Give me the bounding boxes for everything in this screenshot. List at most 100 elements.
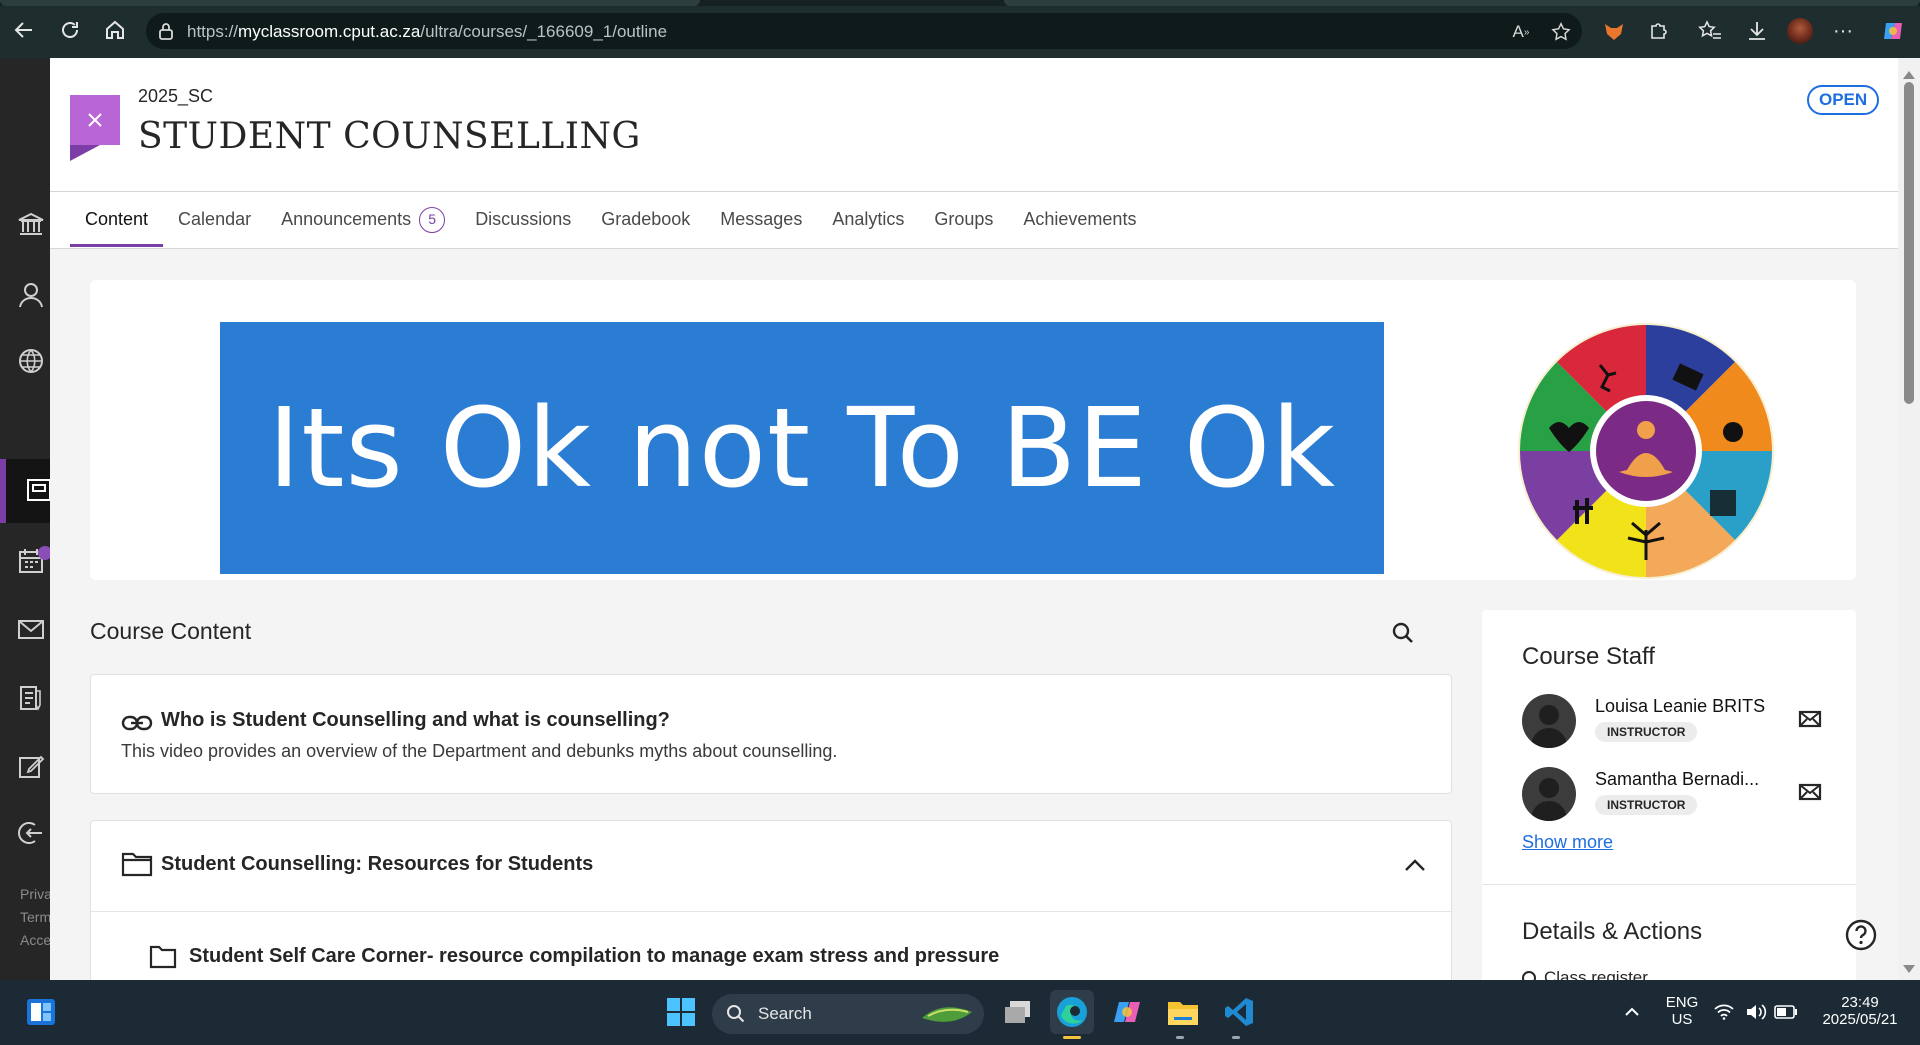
vscode-icon[interactable] <box>1217 990 1261 1034</box>
content-item-title[interactable]: Who is Student Counselling and what is c… <box>161 709 670 732</box>
language-indicator[interactable]: ENG US <box>1662 994 1702 1028</box>
downloads-icon[interactable] <box>1744 18 1770 44</box>
address-bar[interactable]: https://myclassroom.cput.ac.za/ultra/cou… <box>146 13 1582 49</box>
date-label: 2025/05/21 <box>1822 1011 1898 1028</box>
lock-icon[interactable] <box>156 21 176 41</box>
content-folder: Student Counselling: Resources for Stude… <box>90 820 1452 980</box>
privacy-link[interactable]: Priva <box>20 886 52 902</box>
scroll-up-arrow-icon[interactable] <box>1903 66 1915 79</box>
details-actions-heading: Details & Actions <box>1522 918 1703 945</box>
announcements-count-badge: 5 <box>419 206 446 233</box>
start-windows-icon[interactable] <box>659 990 703 1034</box>
tab-calendar[interactable]: Calendar <box>163 192 266 247</box>
class-register-link[interactable]: Class register <box>1522 968 1648 980</box>
class-register-icon <box>1522 971 1536 980</box>
course-content-heading: Course Content <box>90 618 252 644</box>
staff-member: Samantha Bernadi... INSTRUCTOR <box>1522 767 1842 823</box>
tab-gradebook[interactable]: Gradebook <box>586 192 705 247</box>
browser-tab[interactable] <box>1004 0 1920 6</box>
staff-name[interactable]: Louisa Leanie BRITS <box>1595 696 1765 717</box>
browser-toolbar: https://myclassroom.cput.ac.za/ultra/cou… <box>0 0 1920 58</box>
tab-announcements[interactable]: Announcements 5 <box>266 192 460 247</box>
copilot-icon[interactable] <box>1880 18 1906 44</box>
edge-taskbar-icon[interactable] <box>1050 990 1094 1034</box>
profile-icon[interactable] <box>16 280 46 310</box>
close-icon <box>88 113 102 127</box>
taskbar: Search ENG US 23:49 2025/05/21 <box>0 980 1920 1045</box>
profile-avatar[interactable] <box>1787 18 1813 44</box>
show-more-link[interactable]: Show more <box>1522 832 1613 853</box>
extensions-puzzle-icon[interactable] <box>1646 18 1672 44</box>
content-item[interactable]: Who is Student Counselling and what is c… <box>90 674 1452 794</box>
back-icon[interactable] <box>10 16 38 44</box>
course-tabs: Content Calendar Announcements 5 Discussi… <box>70 192 1151 247</box>
course-banner: Its Ok not To BE Ok <box>90 280 1856 580</box>
banner-image: Its Ok not To BE Ok <box>220 322 1384 574</box>
course-staff-heading: Course Staff <box>1522 643 1655 670</box>
region-label: US <box>1671 1011 1693 1028</box>
chevron-up-icon[interactable] <box>1610 990 1654 1034</box>
send-message-icon[interactable] <box>1798 781 1822 803</box>
tab-discussions[interactable]: Discussions <box>460 192 586 247</box>
tab-label: Content <box>85 209 149 229</box>
clock[interactable]: 23:49 2025/05/21 <box>1812 994 1908 1028</box>
close-course-button[interactable] <box>70 95 120 161</box>
staff-member: Louisa Leanie BRITS INSTRUCTOR <box>1522 694 1842 750</box>
read-aloud-icon[interactable]: A» <box>1510 21 1532 43</box>
avatar[interactable] <box>1522 767 1576 821</box>
search-icon <box>727 1005 745 1023</box>
tab-label: Announcements <box>281 209 412 229</box>
tab-messages[interactable]: Messages <box>705 192 817 247</box>
scrollbar-thumb[interactable] <box>1904 82 1914 404</box>
page-scrollbar[interactable] <box>1898 58 1920 980</box>
course-status-badge[interactable]: OPEN <box>1807 85 1880 115</box>
widgets-icon[interactable] <box>19 990 63 1034</box>
favorites-icon[interactable] <box>1697 18 1723 44</box>
send-message-icon[interactable] <box>1798 708 1822 730</box>
institution-icon[interactable] <box>16 209 46 239</box>
messages-icon[interactable] <box>16 614 46 644</box>
accessibility-link[interactable]: Acce <box>20 932 51 948</box>
chevron-up-icon[interactable] <box>1403 855 1427 875</box>
help-icon[interactable] <box>1844 918 1878 952</box>
link-icon <box>121 711 153 737</box>
taskbar-search-input[interactable]: Search <box>712 994 984 1034</box>
file-explorer-icon[interactable] <box>1161 990 1205 1034</box>
avatar[interactable] <box>1522 694 1576 748</box>
favorite-star-icon[interactable] <box>1550 21 1572 43</box>
copilot-taskbar-icon[interactable] <box>1105 990 1149 1034</box>
tab-achievements[interactable]: Achievements <box>1008 192 1151 247</box>
search-highlight-icon <box>922 1007 972 1022</box>
more-options-icon[interactable]: ··· <box>1830 18 1856 44</box>
tab-analytics[interactable]: Analytics <box>817 192 919 247</box>
tab-groups[interactable]: Groups <box>919 192 1008 247</box>
tab-label: Discussions <box>475 209 572 229</box>
volume-icon[interactable] <box>1740 990 1772 1034</box>
battery-icon[interactable] <box>1770 990 1802 1034</box>
tab-content[interactable]: Content <box>70 192 164 247</box>
browser-tab[interactable] <box>0 0 700 6</box>
sign-out-icon[interactable] <box>16 818 46 848</box>
reload-icon[interactable] <box>56 16 84 44</box>
task-view-icon[interactable] <box>996 990 1040 1034</box>
search-icon[interactable] <box>1390 620 1416 646</box>
language-label: ENG <box>1665 994 1699 1011</box>
folder-icon <box>121 851 153 877</box>
course-title: STUDENT COUNSELLING <box>138 116 641 157</box>
globe-icon[interactable] <box>16 346 46 376</box>
extension-fox-icon[interactable] <box>1601 18 1627 44</box>
home-icon[interactable] <box>101 16 129 44</box>
tab-label: Calendar <box>178 209 252 229</box>
folder-icon <box>149 943 177 969</box>
content-subfolder-title[interactable]: Student Self Care Corner- resource compi… <box>189 945 999 968</box>
wifi-icon[interactable] <box>1708 990 1740 1034</box>
scroll-down-arrow-icon[interactable] <box>1903 960 1915 973</box>
content-folder-title[interactable]: Student Counselling: Resources for Stude… <box>161 853 593 876</box>
active-app-indicator <box>1063 1036 1081 1039</box>
grades-icon[interactable] <box>16 683 46 713</box>
course-panel: 2025_SC STUDENT COUNSELLING OPEN Content… <box>50 58 1898 980</box>
staff-name[interactable]: Samantha Bernadi... <box>1595 769 1759 790</box>
search-label: Search <box>758 1004 812 1023</box>
terms-link[interactable]: Term <box>20 909 51 925</box>
tools-icon[interactable] <box>16 751 46 781</box>
